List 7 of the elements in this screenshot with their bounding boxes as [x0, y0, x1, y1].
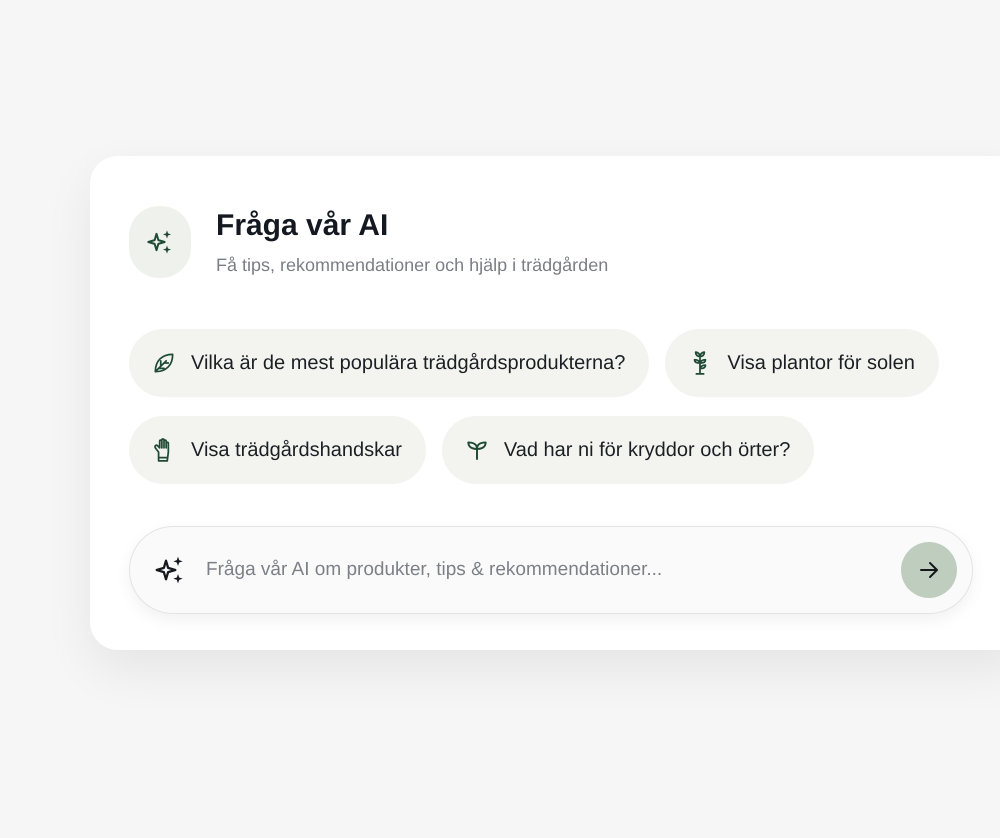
suggestion-chip[interactable]: Vad har ni för kryddor och örter? [442, 416, 814, 484]
suggestion-chip[interactable]: Visa trädgårdshandskar [129, 416, 426, 484]
suggestion-chip[interactable]: Vilka är de mest populära trädgårdsprodukterna? [129, 329, 650, 397]
heading: Fråga vår AI [216, 208, 390, 242]
question-field[interactable]: Fråga vår AI om produkter, tips & rekommendationer... [204, 558, 883, 582]
suggestion-chip[interactable]: Visa plantor för solen [665, 329, 939, 397]
subtitle: Få tips, rekommendationer och hjälp i trädgården [216, 254, 608, 276]
